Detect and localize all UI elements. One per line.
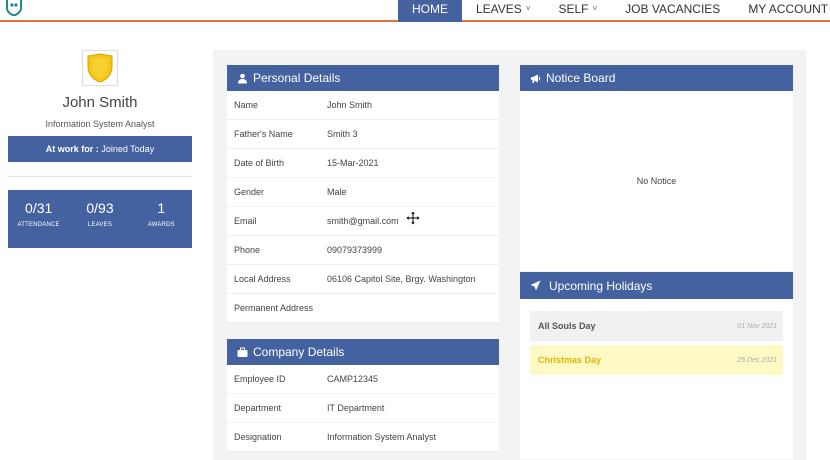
holiday-date: 01 Nov 2021 bbox=[737, 322, 777, 330]
upcoming-holidays-header: Upcoming Holidays bbox=[520, 272, 793, 299]
at-work-value: Joined Today bbox=[101, 144, 155, 154]
nav-home[interactable]: HOME bbox=[398, 0, 462, 22]
notice-board-panel: Notice Board No Notice bbox=[520, 65, 793, 271]
no-notice-text: No Notice bbox=[636, 176, 677, 186]
holiday-name: Christmas Day bbox=[538, 355, 602, 365]
profile-role: Information System Analyst bbox=[45, 119, 155, 129]
app-logo-icon[interactable] bbox=[5, 0, 23, 16]
detail-value: 15-Mar-2021 bbox=[327, 158, 379, 168]
detail-row: Department IT Department bbox=[227, 394, 499, 423]
holiday-date: 25 Dec 2021 bbox=[737, 356, 777, 364]
nav-my-account-label: MY ACCOUNT bbox=[748, 2, 829, 16]
detail-row: Permanent Address bbox=[227, 294, 499, 323]
profile-name: John Smith bbox=[62, 94, 138, 111]
nav-self[interactable]: SELF ˅ bbox=[544, 0, 611, 22]
detail-value: IT Department bbox=[327, 403, 385, 413]
nav-job-vacancies-label: JOB VACANCIES bbox=[625, 2, 721, 16]
detail-label: Permanent Address bbox=[234, 303, 314, 313]
holiday-name: All Souls Day bbox=[538, 321, 596, 331]
at-work-badge: At work for : Joined Today bbox=[8, 136, 192, 162]
detail-label: Department bbox=[234, 403, 282, 413]
detail-value: John Smith bbox=[327, 100, 373, 110]
detail-label: Name bbox=[234, 100, 259, 110]
nav-home-label: HOME bbox=[412, 2, 448, 16]
nav-my-account[interactable]: MY ACCOUNT˅ bbox=[734, 0, 830, 22]
company-details-title: Company Details bbox=[253, 345, 345, 359]
detail-row: Employee ID CAMP12345 bbox=[227, 365, 499, 394]
detail-value: 09079373999 bbox=[327, 245, 383, 255]
nav-leaves[interactable]: LEAVES ˅ bbox=[462, 0, 544, 22]
nav-leaves-label: LEAVES bbox=[476, 2, 522, 16]
stats-panel: 0/31 ATTENDANCE 0/93 LEAVES 1 AWARDS bbox=[8, 190, 192, 248]
upcoming-holidays-panel: Upcoming Holidays All Souls Day 01 Nov 2… bbox=[520, 272, 793, 459]
detail-row: Email smith@gmail.com bbox=[227, 207, 499, 236]
user-icon bbox=[238, 73, 247, 83]
stat-leaves-value: 0/93 bbox=[86, 200, 114, 216]
notice-board-body: No Notice bbox=[520, 91, 793, 271]
chevron-down-icon: ˅ bbox=[525, 4, 531, 13]
detail-label: Father's Name bbox=[234, 129, 293, 139]
holiday-item: Christmas Day 25 Dec 2021 bbox=[530, 345, 783, 375]
detail-row: Phone 09079373999 bbox=[227, 236, 499, 265]
nav-self-label: SELF bbox=[558, 2, 589, 16]
detail-label: Gender bbox=[234, 187, 265, 197]
detail-value: Male bbox=[327, 187, 347, 197]
personal-details-header: Personal Details bbox=[227, 65, 499, 91]
detail-label: Designation bbox=[234, 432, 282, 442]
detail-row: Gender Male bbox=[227, 178, 499, 207]
detail-label: Employee ID bbox=[234, 374, 286, 384]
detail-row: Local Address 06106 Capitol Site, Brgy. W… bbox=[227, 265, 499, 294]
holiday-list: All Souls Day 01 Nov 2021 Christmas Day … bbox=[520, 299, 793, 459]
detail-row: Date of Birth 15-Mar-2021 bbox=[227, 149, 499, 178]
bullhorn-icon bbox=[531, 74, 541, 83]
detail-label: Phone bbox=[234, 245, 261, 255]
stat-attendance-value: 0/31 bbox=[25, 200, 53, 216]
detail-row: Designation Information System Analyst bbox=[227, 423, 499, 452]
detail-row: Father's Name Smith 3 bbox=[227, 120, 499, 149]
company-details-header: Company Details bbox=[227, 339, 499, 365]
detail-label: Date of Birth bbox=[234, 158, 285, 168]
stat-attendance: 0/31 ATTENDANCE bbox=[11, 200, 67, 248]
detail-value: Information System Analyst bbox=[327, 432, 437, 442]
chevron-down-icon: ˅ bbox=[592, 4, 598, 13]
detail-row: Name John Smith bbox=[227, 91, 499, 120]
holiday-item: All Souls Day 01 Nov 2021 bbox=[530, 311, 783, 341]
briefcase-icon bbox=[237, 347, 248, 357]
gold-shield-icon bbox=[87, 53, 113, 83]
notice-board-header: Notice Board bbox=[520, 65, 793, 91]
notice-board-title: Notice Board bbox=[546, 71, 616, 85]
company-details-panel: Company Details Employee ID CAMP12345 Dep… bbox=[227, 339, 499, 452]
detail-value: 06106 Capitol Site, Brgy. Washington bbox=[327, 274, 476, 284]
profile-card: John Smith Information System Analyst At… bbox=[8, 50, 192, 248]
main-nav: HOME LEAVES ˅ SELF ˅ JOB VACANCIES MY ACCO… bbox=[398, 0, 830, 22]
stat-awards: 1 AWARDS bbox=[133, 200, 189, 248]
detail-label: Local Address bbox=[234, 274, 291, 284]
top-navbar: HOME LEAVES ˅ SELF ˅ JOB VACANCIES MY ACCO… bbox=[0, 0, 830, 22]
nav-job-vacancies[interactable]: JOB VACANCIES bbox=[611, 0, 734, 22]
move-cursor-icon bbox=[406, 211, 420, 225]
detail-label: Email bbox=[234, 216, 257, 226]
stat-awards-label: AWARDS bbox=[147, 222, 175, 228]
stat-leaves: 0/93 LEAVES bbox=[72, 200, 128, 248]
stat-leaves-label: LEAVES bbox=[87, 222, 113, 228]
stat-attendance-label: ATTENDANCE bbox=[17, 222, 60, 228]
divider bbox=[8, 176, 192, 177]
at-work-label: At work for : bbox=[45, 144, 99, 154]
avatar bbox=[82, 50, 118, 86]
personal-details-title: Personal Details bbox=[253, 71, 341, 85]
upcoming-holidays-title: Upcoming Holidays bbox=[549, 278, 653, 293]
personal-details-panel: Personal Details Name John Smith Father's… bbox=[227, 65, 499, 323]
detail-value: Smith 3 bbox=[327, 129, 358, 139]
detail-value: CAMP12345 bbox=[327, 374, 379, 384]
paper-plane-icon bbox=[530, 280, 541, 291]
stat-awards-value: 1 bbox=[157, 200, 166, 216]
